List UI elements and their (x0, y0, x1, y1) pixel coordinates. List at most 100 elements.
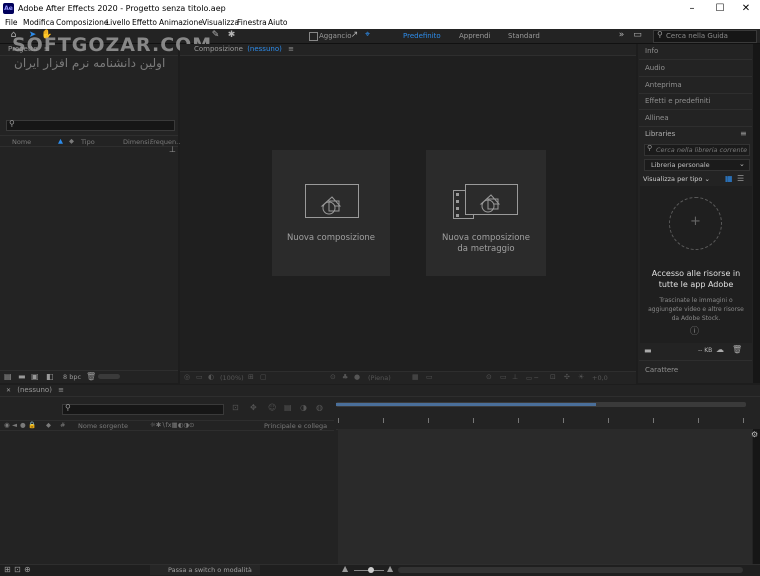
comp-mini-flowchart-icon[interactable]: ⊡ (232, 403, 239, 412)
thumbnail-size-slider[interactable] (98, 374, 120, 379)
audio-panel-tab[interactable]: Audio (645, 64, 665, 72)
zoom-out-icon[interactable]: ▲ (342, 564, 348, 573)
label-tag-icon[interactable]: ◆ (46, 421, 51, 429)
label-tag-icon[interactable]: ◆ (69, 137, 74, 145)
sync-settings-icon[interactable]: ▭ (632, 30, 643, 41)
shy-layers-icon[interactable]: ☺ (268, 403, 276, 412)
project-search-input[interactable]: ⚲ (6, 119, 175, 131)
folder-icon[interactable]: ▬ (644, 346, 652, 355)
list-view-icon[interactable]: ☰ (737, 174, 744, 183)
menu-layer[interactable]: Livello (106, 18, 130, 27)
snap-target-icon[interactable]: ⌖ (362, 30, 373, 41)
puppet-tool-icon[interactable]: ✱ (226, 30, 237, 41)
frame-blending-icon[interactable]: ▤ (284, 403, 292, 412)
composition-name[interactable]: (nessuno) (247, 45, 282, 53)
effects-presets-panel-tab[interactable]: Effetti e predefiniti (645, 97, 710, 105)
bit-depth-label[interactable]: 8 bpc (63, 373, 81, 381)
audio-switch-icon[interactable]: ◄ (12, 421, 17, 429)
menu-help[interactable]: Aiuto (268, 18, 288, 27)
libraries-panel-title[interactable]: Libraries (645, 130, 675, 138)
help-icon[interactable]: ⓘ (690, 324, 699, 337)
color-channel-icon[interactable]: ● (354, 373, 360, 381)
menu-view[interactable]: Visualizza (202, 18, 239, 27)
composition-panel-title[interactable]: Composizione (194, 45, 243, 53)
snap-checkbox[interactable] (309, 32, 318, 41)
zoom-select[interactable]: (100%) (220, 374, 244, 382)
close-tab-icon[interactable]: ✕ (6, 387, 11, 394)
new-composition-icon[interactable]: ▣ (31, 372, 39, 381)
close-button[interactable]: ✕ (732, 0, 760, 17)
library-search-input[interactable]: ⚲ Cerca nella libreria corrente (644, 144, 750, 156)
solo-switch-icon[interactable]: ● (20, 421, 26, 429)
work-area-range[interactable] (336, 403, 596, 406)
view-layout-select[interactable]: ▭ ─ (526, 374, 538, 382)
col-type[interactable]: Tipo (81, 138, 95, 146)
project-settings-icon[interactable]: ◧ (46, 372, 54, 381)
timeline-icon[interactable]: ⊙ (486, 373, 492, 381)
reset-exposure-icon[interactable]: ✣ (564, 373, 570, 381)
workspace-default[interactable]: Predefinito (403, 32, 441, 40)
timeline-tab[interactable]: (nessuno) (17, 386, 52, 394)
new-composition-tile[interactable]: Nuova composizione (272, 150, 390, 276)
preview-panel-tab[interactable]: Anteprima (645, 81, 682, 89)
timeline-scrollbar[interactable] (753, 429, 760, 565)
workspace-learn[interactable]: Apprendi (459, 32, 491, 40)
video-switch-icon[interactable]: ◉ (4, 421, 10, 429)
timeline-zoom-handle[interactable] (368, 567, 374, 573)
zoom-in-icon[interactable]: ▲ (387, 564, 393, 573)
region-of-interest-icon[interactable]: ▭ (196, 373, 203, 381)
col-parent-link[interactable]: Principale e collega (264, 422, 327, 430)
libraries-menu-icon[interactable]: ≡ (740, 129, 747, 138)
draft-3d-icon[interactable]: ✥ (250, 403, 257, 412)
camera-icon[interactable]: ⊙ (330, 373, 336, 381)
time-ruler[interactable] (336, 415, 754, 430)
col-name[interactable]: Nome (12, 138, 31, 146)
maximize-button[interactable]: ☐ (706, 0, 734, 17)
grid-view-icon[interactable]: ▦ (725, 174, 733, 183)
in-out-icon[interactable]: ⊡ (14, 565, 21, 574)
help-search-input[interactable]: ⚲ Cerca nella Guida (653, 30, 757, 43)
fast-preview-icon[interactable]: ▭ (426, 373, 433, 381)
layer-number-icon[interactable]: # (60, 421, 65, 429)
menu-composition[interactable]: Composizione (56, 18, 108, 27)
duration-icon[interactable]: ⊕ (24, 565, 31, 574)
timeline-track-area[interactable] (338, 429, 752, 565)
menu-window[interactable]: Finestra (237, 18, 267, 27)
snap-option-icon[interactable]: ↗ (349, 30, 360, 41)
timeline-menu-icon[interactable]: ≡ (58, 386, 64, 394)
align-panel-tab[interactable]: Allinea (645, 114, 669, 122)
timeline-horizontal-scrollbar[interactable] (398, 567, 743, 573)
toggle-switches-modes-button[interactable]: Passa a switch o modalità (150, 565, 260, 575)
menu-effect[interactable]: Effetto (132, 18, 157, 27)
trash-icon[interactable]: 🗑 (86, 372, 96, 381)
cloud-icon[interactable]: ☁ (716, 345, 724, 354)
more-workspaces-icon[interactable]: » (616, 30, 627, 41)
exposure-icon[interactable]: ☀ (578, 373, 584, 381)
show-snapshot-icon[interactable]: ♣ (342, 373, 348, 381)
menu-file[interactable]: File (5, 18, 18, 27)
add-asset-dropzone[interactable]: + (669, 197, 722, 250)
col-size[interactable]: Dimensi.. (123, 138, 154, 146)
trash-icon[interactable]: 🗑 (732, 345, 742, 354)
workspace-standard[interactable]: Standard (508, 32, 540, 40)
layer-switches-icons[interactable]: ☼✱∖fx▦◐◑⊙ (150, 421, 194, 429)
render-icon[interactable]: ⊡ (550, 373, 556, 381)
transparency-grid-icon[interactable]: ▦ (412, 373, 419, 381)
motion-blur-icon[interactable]: ◑ (300, 403, 307, 412)
comp-button-icon[interactable]: ⚙ (751, 430, 758, 439)
flowchart-icon[interactable]: ⊥ (169, 145, 176, 154)
grid-icon[interactable]: ⊞ (248, 373, 254, 381)
graph-editor-icon[interactable]: ◍ (316, 403, 323, 412)
flowchart-icon[interactable]: ⊥ (512, 373, 518, 381)
info-panel-tab[interactable]: Info (645, 47, 658, 55)
right-panel-scrollbar[interactable] (753, 44, 760, 383)
exposure-value[interactable]: +0,0 (592, 374, 608, 382)
character-panel-tab[interactable]: Carattere (645, 366, 678, 374)
view-by-type-dropdown[interactable]: Visualizza per tipo ⌄ (643, 175, 710, 183)
sort-up-icon[interactable]: ▲ (58, 137, 63, 145)
interpret-footage-icon[interactable]: ▤ (4, 372, 12, 381)
menu-animation[interactable]: Animazione (159, 18, 203, 27)
mask-visibility-icon[interactable]: ▢ (260, 373, 267, 381)
lock-switch-icon[interactable]: 🔒 (28, 421, 36, 429)
new-composition-from-footage-tile[interactable]: Nuova composizione da metraggio (426, 150, 546, 276)
